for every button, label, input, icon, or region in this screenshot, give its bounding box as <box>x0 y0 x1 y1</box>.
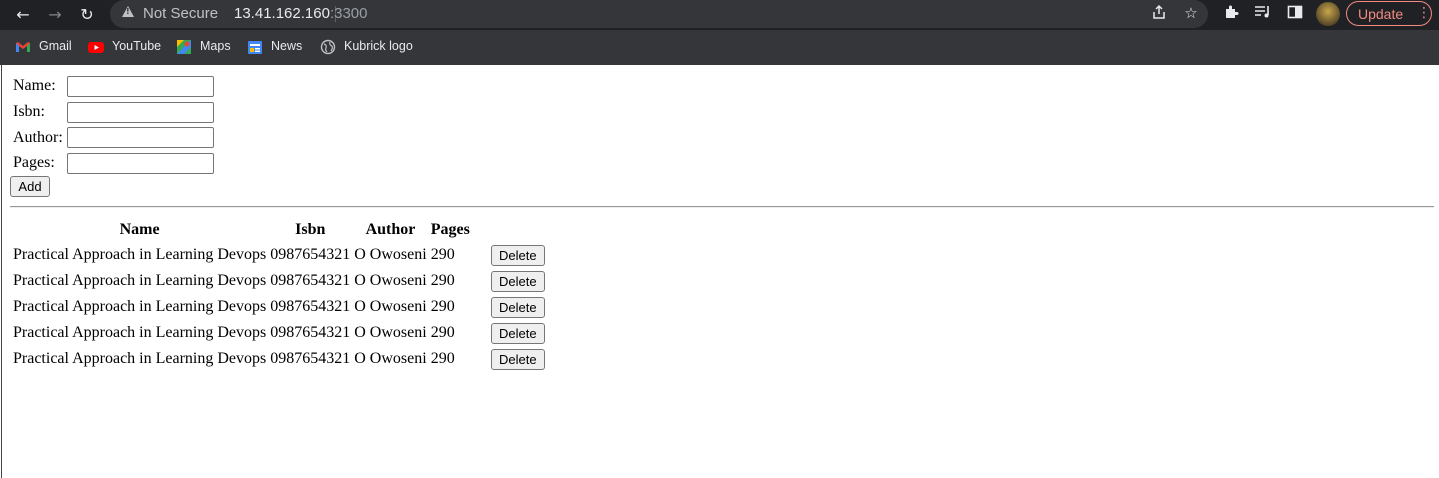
cell-isbn: 0987654321 <box>270 350 351 367</box>
cell-isbn: 0987654321 <box>270 246 351 263</box>
maps-icon <box>177 40 191 54</box>
cell-pages: 290 <box>430 324 455 341</box>
isbn-label: Isbn: <box>13 103 45 120</box>
pages-input[interactable] <box>67 153 214 174</box>
cell-name: Practical Approach in Learning Devops <box>13 298 267 315</box>
column-header-author: Author <box>365 221 416 238</box>
cell-actions: Delete <box>473 347 546 371</box>
cell-name: Practical Approach in Learning Devops <box>13 246 267 263</box>
cell-isbn: 0987654321 <box>270 324 351 341</box>
cell-author: O Owoseni <box>354 246 427 263</box>
delete-button[interactable]: Delete <box>490 270 545 292</box>
bookmark-label: Gmail <box>39 39 72 53</box>
menu-dots-icon: ⋮ <box>1417 5 1431 21</box>
profile-avatar[interactable] <box>1316 2 1340 26</box>
page-content: Name: Isbn: Author: Pages: Add Name Isbn… <box>1 65 1439 478</box>
author-input[interactable] <box>67 127 214 148</box>
bookmark-star-icon[interactable]: ☆ <box>1181 3 1201 23</box>
warning-icon <box>122 6 134 17</box>
delete-button[interactable]: Delete <box>490 244 545 266</box>
cell-pages: 290 <box>430 272 455 289</box>
url-port: :3300 <box>329 5 368 22</box>
news-icon <box>248 41 262 54</box>
update-button[interactable]: Update ⋮ <box>1346 1 1432 26</box>
back-arrow-icon[interactable]: ← <box>12 4 34 26</box>
globe-icon <box>320 39 336 55</box>
bookmark-label: News <box>271 39 303 53</box>
reload-icon[interactable]: ↻ <box>76 4 98 26</box>
cell-author: O Owoseni <box>354 350 427 367</box>
bookmarks-bar: Gmail YouTube Maps News Kubrick logo <box>0 30 1439 65</box>
cell-pages: 290 <box>430 246 455 263</box>
table-row: Practical Approach in Learning Devops 09… <box>12 295 546 319</box>
table-row: Practical Approach in Learning Devops 09… <box>12 321 546 345</box>
gmail-icon <box>16 42 30 52</box>
cell-pages: 290 <box>430 298 455 315</box>
cell-isbn: 0987654321 <box>270 298 351 315</box>
cell-actions: Delete <box>473 295 546 319</box>
side-panel-icon[interactable] <box>1285 4 1305 24</box>
cell-name: Practical Approach in Learning Devops <box>13 324 267 341</box>
delete-button[interactable]: Delete <box>490 296 545 318</box>
column-header-name: Name <box>119 221 160 238</box>
bookmark-label: Kubrick logo <box>344 39 413 53</box>
bookmark-label: Maps <box>200 39 231 53</box>
delete-button[interactable]: Delete <box>490 322 545 344</box>
cell-actions: Delete <box>473 321 546 345</box>
share-icon[interactable] <box>1149 4 1169 24</box>
cell-author: O Owoseni <box>354 272 427 289</box>
cell-isbn: 0987654321 <box>270 272 351 289</box>
browser-toolbar: ← → ↻ Not Secure 13.41.162.160:3300 ☆ Up… <box>0 0 1439 30</box>
youtube-icon <box>88 42 104 53</box>
column-header-pages: Pages <box>430 221 470 238</box>
cell-pages: 290 <box>430 350 455 367</box>
column-header-actions <box>473 219 546 241</box>
delete-button[interactable]: Delete <box>490 348 545 370</box>
url-text[interactable]: 13.41.162.160:3300 <box>234 5 367 22</box>
cell-actions: Delete <box>473 269 546 293</box>
table-row: Practical Approach in Learning Devops 09… <box>12 347 546 371</box>
cell-author: O Owoseni <box>354 298 427 315</box>
media-controls-icon[interactable] <box>1253 4 1273 24</box>
books-table: Name Isbn Author Pages Practical Approac… <box>10 217 548 373</box>
divider <box>10 206 1434 208</box>
address-bar[interactable]: Not Secure 13.41.162.160:3300 ☆ <box>110 0 1208 28</box>
cell-actions: Delete <box>473 243 546 267</box>
column-header-isbn: Isbn <box>295 221 326 238</box>
forward-arrow-icon[interactable]: → <box>44 4 66 26</box>
cell-name: Practical Approach in Learning Devops <box>13 350 267 367</box>
extensions-icon[interactable] <box>1221 4 1241 24</box>
isbn-input[interactable] <box>67 102 214 123</box>
table-header-row: Name Isbn Author Pages <box>12 219 546 241</box>
update-label: Update <box>1358 6 1404 22</box>
table-row: Practical Approach in Learning Devops 09… <box>12 269 546 293</box>
table-row: Practical Approach in Learning Devops 09… <box>12 243 546 267</box>
url-host: 13.41.162.160 <box>234 5 330 22</box>
author-label: Author: <box>13 129 63 146</box>
security-label[interactable]: Not Secure <box>143 5 218 22</box>
cell-name: Practical Approach in Learning Devops <box>13 272 267 289</box>
cell-author: O Owoseni <box>354 324 427 341</box>
add-button[interactable]: Add <box>10 176 50 197</box>
name-input[interactable] <box>67 76 214 97</box>
name-label: Name: <box>13 77 56 94</box>
pages-label: Pages: <box>13 154 55 171</box>
bookmark-label: YouTube <box>112 39 162 53</box>
